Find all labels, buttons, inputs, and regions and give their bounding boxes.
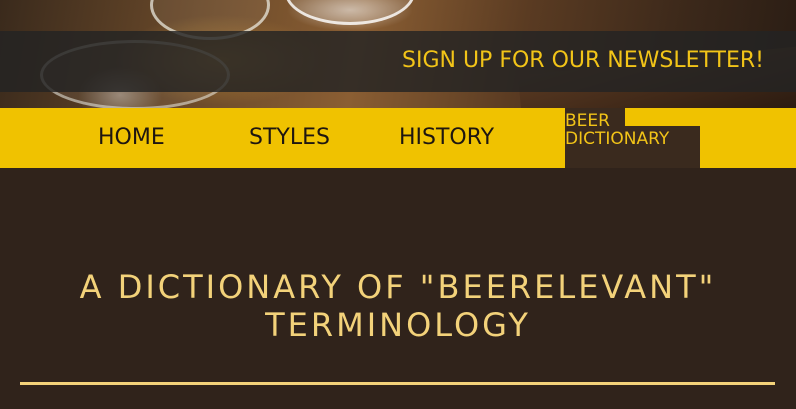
page-title: A DICTIONARY OF "BEERELEVANT" TERMINOLOG… [0,268,796,344]
nav-item-history[interactable]: HISTORY [399,125,494,150]
nav-active-notch [625,108,700,126]
nav-item-home[interactable]: HOME [98,125,165,150]
page-title-line1: A DICTIONARY OF "BEERELEVANT" [79,268,717,306]
divider [20,382,775,385]
page-title-line2: TERMINOLOGY [265,306,531,344]
nav-item-label-line1: BEER [565,112,625,130]
main-nav: HOME STYLES HISTORY BEER DICTIONARY [0,108,796,168]
glass-image [285,0,415,25]
nav-item-label-line2: DICTIONARY [565,129,670,149]
newsletter-signup-link[interactable]: SIGN UP FOR OUR NEWSLETTER! [402,48,764,73]
nav-item-styles[interactable]: STYLES [249,125,330,150]
